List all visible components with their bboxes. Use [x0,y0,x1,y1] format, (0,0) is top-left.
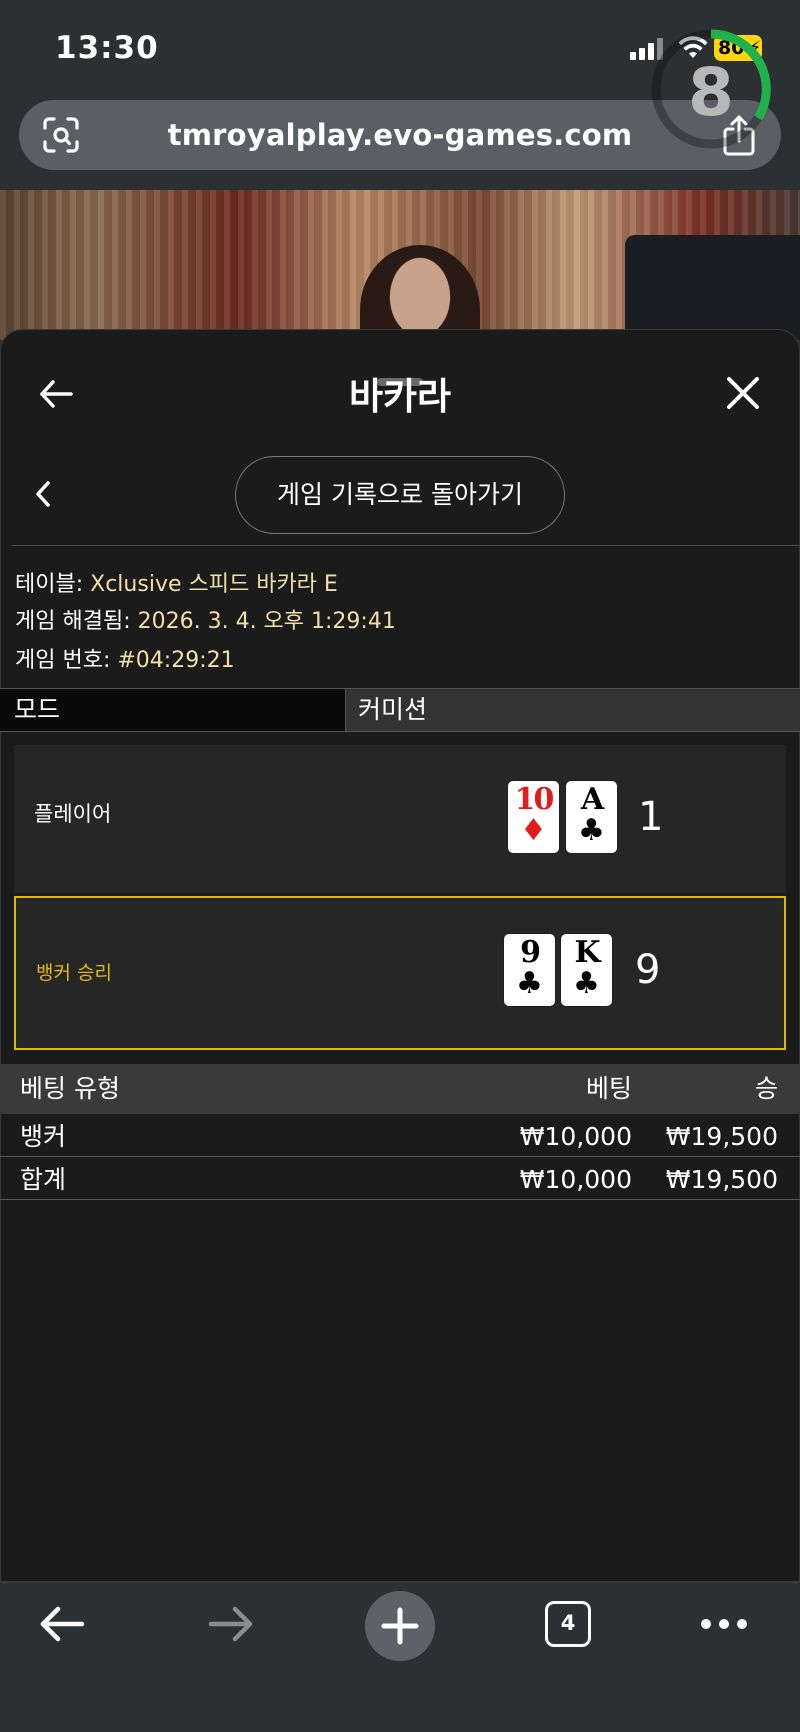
playing-card: A ♣ [566,781,617,853]
card-rank: A [580,782,604,817]
total-bet-cell: ₩10,000 [519,1165,632,1194]
table-monitor-image [625,235,800,340]
chevron-left-icon[interactable] [33,479,53,509]
divider [12,545,800,546]
card-rank: 10 [514,782,555,817]
card-rank: K [574,935,600,970]
status-time: 13:30 [55,30,159,66]
browser-forward-icon[interactable] [207,1604,255,1644]
banker-win-label: 뱅커 승리 [36,962,112,984]
close-icon[interactable] [726,376,760,410]
countdown-number: 8 [688,54,734,131]
club-suit-icon: ♣ [573,966,600,1001]
banker-hand: 뱅커 승리 9 ♣ K ♣ 9 [14,896,786,1050]
game-number-label: 게임 번호: [15,648,118,673]
return-to-history-button[interactable]: 게임 기록으로 돌아가기 [235,456,565,534]
resolved-value: 2026. 3. 4. 오후 1:29:41 [137,609,396,634]
page-title: 바카라 [348,375,452,418]
playing-card: 9 ♣ [504,934,555,1006]
bet-type-cell: 뱅커 [20,1122,67,1151]
plus-icon [381,1607,419,1645]
header-bet-type: 베팅 유형 [20,1074,120,1103]
game-number-value: #04:29:21 [117,648,235,673]
more-options-icon[interactable] [700,1616,748,1632]
tabs-count-button[interactable]: 4 [545,1601,591,1647]
header-bet: 베팅 [585,1074,632,1103]
tab-mode[interactable]: 모드 [0,688,346,732]
bets-table-header: 베팅 유형 베팅 승 [0,1064,800,1114]
live-video-feed [0,190,800,340]
total-row: 합계 ₩10,000 ₩19,500 [0,1160,800,1200]
player-score: 1 [638,794,664,840]
playing-card: 10 ♦ [508,781,559,853]
playing-card: K ♣ [561,934,612,1006]
player-label: 플레이어 [34,802,112,826]
game-number-info: 게임 번호: #04:29:21 [15,642,235,674]
player-hand: 플레이어 10 ♦ A ♣ 1 [14,745,786,893]
total-label: 합계 [20,1165,67,1194]
banker-score: 9 [635,947,661,993]
browser-back-icon[interactable] [38,1604,86,1644]
table-info: 테이블: Xclusive 스피드 바카라 E [15,566,338,598]
bet-amount-cell: ₩10,000 [519,1122,632,1151]
table-label: 테이블: [15,572,91,597]
mode-commission-row: 모드 커미션 [0,688,800,732]
header-win: 승 [754,1074,778,1103]
table-value: Xclusive 스피드 바카라 E [90,572,338,597]
total-win-cell: ₩19,500 [665,1165,778,1194]
card-rank: 9 [520,935,541,970]
table-row: 뱅커 ₩10,000 ₩19,500 [0,1117,800,1157]
diamond-suit-icon: ♦ [520,813,547,848]
new-tab-button[interactable] [365,1591,435,1661]
club-suit-icon: ♣ [516,966,543,1001]
resolved-info: 게임 해결됨: 2026. 3. 4. 오후 1:29:41 [15,603,396,635]
resolved-label: 게임 해결됨: [15,609,138,634]
club-suit-icon: ♣ [578,813,605,848]
win-amount-cell: ₩19,500 [665,1122,778,1151]
tab-commission[interactable]: 커미션 [346,688,800,732]
